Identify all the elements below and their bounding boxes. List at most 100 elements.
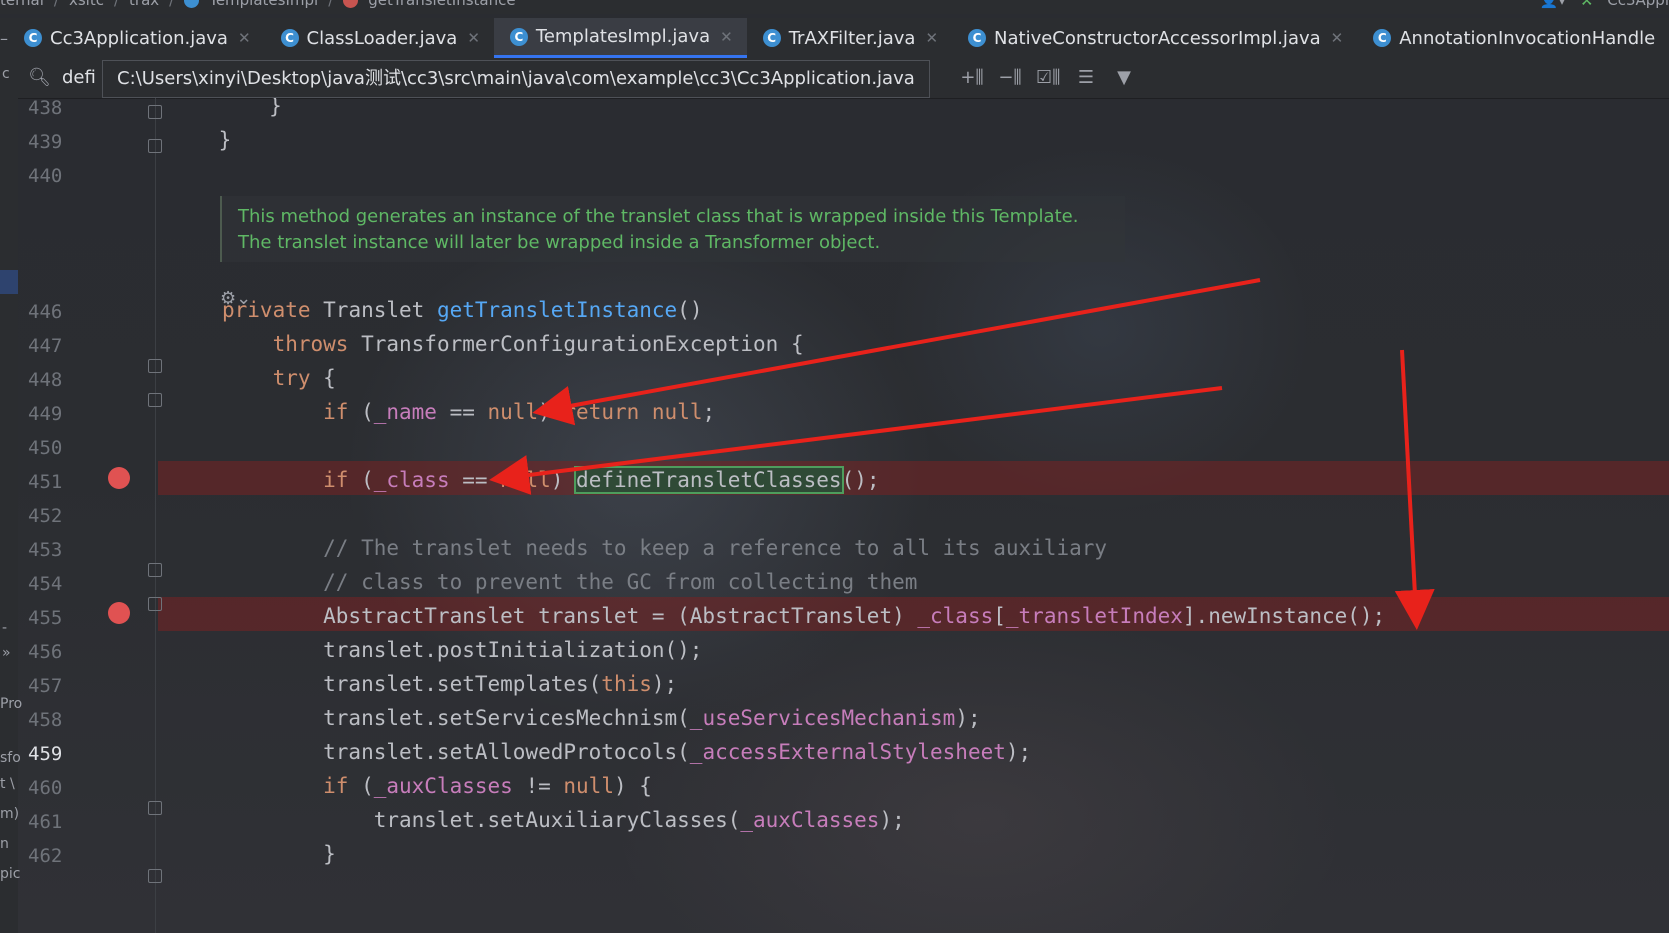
class-icon: C bbox=[968, 29, 987, 47]
tab-label: TrAXFilter.java bbox=[788, 27, 916, 49]
tab-nativeconstructoraccessorimpl[interactable]: C NativeConstructorAccessorImpl.java ✕ bbox=[952, 18, 1357, 58]
search-input[interactable]: defi bbox=[62, 67, 96, 88]
left-edge-text: t \ bbox=[0, 776, 15, 792]
line-number: 447 bbox=[28, 335, 63, 357]
tab-label: AnnotationInvocationHandle bbox=[1399, 27, 1656, 49]
breadcrumb-separator: / bbox=[113, 0, 120, 9]
breadcrumb-item[interactable]: TemplatesImpl bbox=[209, 0, 318, 9]
add-occurrence-icon[interactable]: +⫼ bbox=[960, 67, 984, 88]
tab-templatesimpl[interactable]: C TemplatesImpl.java ✕ bbox=[493, 18, 747, 58]
line-number: 448 bbox=[28, 369, 63, 391]
code-line: } bbox=[168, 128, 232, 152]
left-edge-text: pic bbox=[0, 866, 21, 882]
line-number: 456 bbox=[28, 641, 63, 663]
code-line: translet.setAuxiliaryClasses(_auxClasses… bbox=[222, 808, 905, 832]
fold-marker-icon[interactable] bbox=[148, 597, 162, 611]
line-number: 439 bbox=[28, 131, 63, 153]
class-icon: C bbox=[509, 27, 528, 46]
fold-marker-icon[interactable] bbox=[148, 869, 162, 883]
breadcrumb-item[interactable]: xsltc bbox=[69, 0, 104, 9]
doc-comment-text: This method generates an instance of the… bbox=[238, 206, 1079, 253]
method-icon bbox=[343, 0, 359, 8]
line-number: 461 bbox=[28, 811, 63, 833]
line-number: 451 bbox=[28, 471, 63, 493]
code-line: } bbox=[222, 842, 336, 866]
code-editor[interactable]: } } private Translet getTransletInstance… bbox=[0, 0, 1386, 866]
tab-traxfilter[interactable]: C TrAXFilter.java ✕ bbox=[747, 18, 952, 58]
select-all-occurrences-icon[interactable]: ☑⫼ bbox=[1036, 67, 1060, 88]
fold-marker-icon[interactable] bbox=[148, 105, 162, 119]
tab-classloader[interactable]: C ClassLoader.java ✕ bbox=[265, 18, 494, 58]
breakpoint-icon[interactable] bbox=[108, 602, 130, 624]
filter-icon[interactable]: ▼ bbox=[1112, 67, 1136, 88]
user-icon[interactable]: 👤▾ bbox=[1540, 0, 1566, 9]
line-number: 459 bbox=[28, 743, 63, 765]
line-number: 450 bbox=[28, 437, 63, 459]
class-icon: C bbox=[280, 29, 299, 47]
line-number: 440 bbox=[28, 165, 63, 187]
code-line: AbstractTranslet translet = (AbstractTra… bbox=[222, 604, 1386, 628]
code-line: // class to prevent the GC from collecti… bbox=[222, 570, 918, 594]
line-number: 462 bbox=[28, 845, 63, 867]
fold-marker-icon[interactable] bbox=[148, 563, 162, 577]
code-line: if (_auxClasses != null) { bbox=[222, 774, 652, 798]
code-line: private Translet getTransletInstance() bbox=[222, 298, 703, 322]
left-edge-text: m) bbox=[0, 806, 20, 822]
line-number: 454 bbox=[28, 573, 63, 595]
code-line: translet.setServicesMechnism(_useService… bbox=[222, 706, 981, 730]
tab-label: Cc3Application.java bbox=[50, 27, 228, 49]
fold-marker-icon[interactable] bbox=[148, 801, 162, 815]
close-icon[interactable]: ✕ bbox=[720, 28, 733, 46]
breadcrumb-item[interactable]: trax bbox=[129, 0, 159, 9]
class-icon: C bbox=[24, 29, 42, 47]
line-number: 452 bbox=[28, 505, 63, 527]
tab-label: ClassLoader.java bbox=[306, 27, 458, 49]
close-icon[interactable]: ✕ bbox=[1331, 29, 1344, 47]
search-icon[interactable]: 🔍︎ bbox=[28, 67, 51, 88]
file-path-tooltip: C:\Users\xinyi\Desktop\java测试\cc3\src\ma… bbox=[102, 60, 930, 98]
run-config-label[interactable]: Cc3Appl bbox=[1607, 0, 1669, 9]
fold-marker-icon[interactable] bbox=[148, 139, 162, 153]
code-line: if (_name == null) return null; bbox=[222, 400, 716, 424]
remove-occurrence-icon[interactable]: −⫼ bbox=[998, 67, 1022, 88]
left-edge-text: Pro bbox=[0, 696, 23, 712]
breadcrumb-item[interactable]: getTransletInstance bbox=[368, 0, 515, 9]
line-number: 453 bbox=[28, 539, 63, 561]
line-number: 458 bbox=[28, 709, 63, 731]
code-line: translet.postInitialization(); bbox=[222, 638, 703, 662]
build-hammer-icon[interactable]: ⚒ bbox=[1580, 0, 1593, 9]
close-icon[interactable]: ✕ bbox=[925, 29, 938, 47]
tab-label: NativeConstructorAccessorImpl.java bbox=[994, 27, 1321, 49]
class-icon bbox=[184, 0, 200, 8]
left-edge-text: sfo bbox=[0, 750, 21, 766]
fold-marker-icon[interactable] bbox=[148, 393, 162, 407]
left-edge-text: n bbox=[0, 836, 9, 852]
left-edge-text: » bbox=[2, 645, 11, 661]
line-number: 446 bbox=[28, 301, 63, 323]
options-icon[interactable]: ☰ bbox=[1074, 67, 1098, 88]
close-icon[interactable]: ✕ bbox=[238, 29, 251, 47]
highlighted-method-call[interactable]: defineTransletClasses bbox=[574, 466, 844, 494]
close-icon[interactable]: ✕ bbox=[467, 29, 480, 47]
breakpoint-icon[interactable] bbox=[108, 467, 130, 489]
breadcrumb-separator: / bbox=[169, 0, 175, 9]
line-number: 449 bbox=[28, 403, 63, 425]
rendered-doc-comment: This method generates an instance of the… bbox=[220, 196, 1125, 262]
code-line: translet.setAllowedProtocols(_accessExte… bbox=[222, 740, 1032, 764]
fold-marker-icon[interactable] bbox=[148, 359, 162, 373]
class-icon: C bbox=[762, 29, 781, 47]
line-number: 460 bbox=[28, 777, 63, 799]
code-line: // The translet needs to keep a referenc… bbox=[222, 536, 1108, 560]
line-number: 457 bbox=[28, 675, 63, 697]
tab-annotationinvocationhandler[interactable]: C AnnotationInvocationHandle bbox=[1357, 18, 1669, 58]
editor-tab-bar: – C Cc3Application.java ✕ C ClassLoader.… bbox=[0, 18, 1669, 59]
code-line: try { bbox=[222, 366, 336, 390]
line-number: 438 bbox=[28, 97, 63, 119]
left-edge-text: - bbox=[2, 620, 8, 636]
breadcrumb-separator: / bbox=[328, 0, 334, 9]
tab-label: TemplatesImpl.java bbox=[535, 26, 711, 47]
line-number: 455 bbox=[28, 607, 63, 629]
breadcrumb: ternal / xsltc / trax / TemplatesImpl / … bbox=[0, 0, 1669, 14]
tab-cc3application[interactable]: C Cc3Application.java ✕ bbox=[8, 18, 265, 58]
find-bar-toolbar: +⫼ −⫼ ☑⫼ ☰ ▼ bbox=[960, 67, 1136, 88]
